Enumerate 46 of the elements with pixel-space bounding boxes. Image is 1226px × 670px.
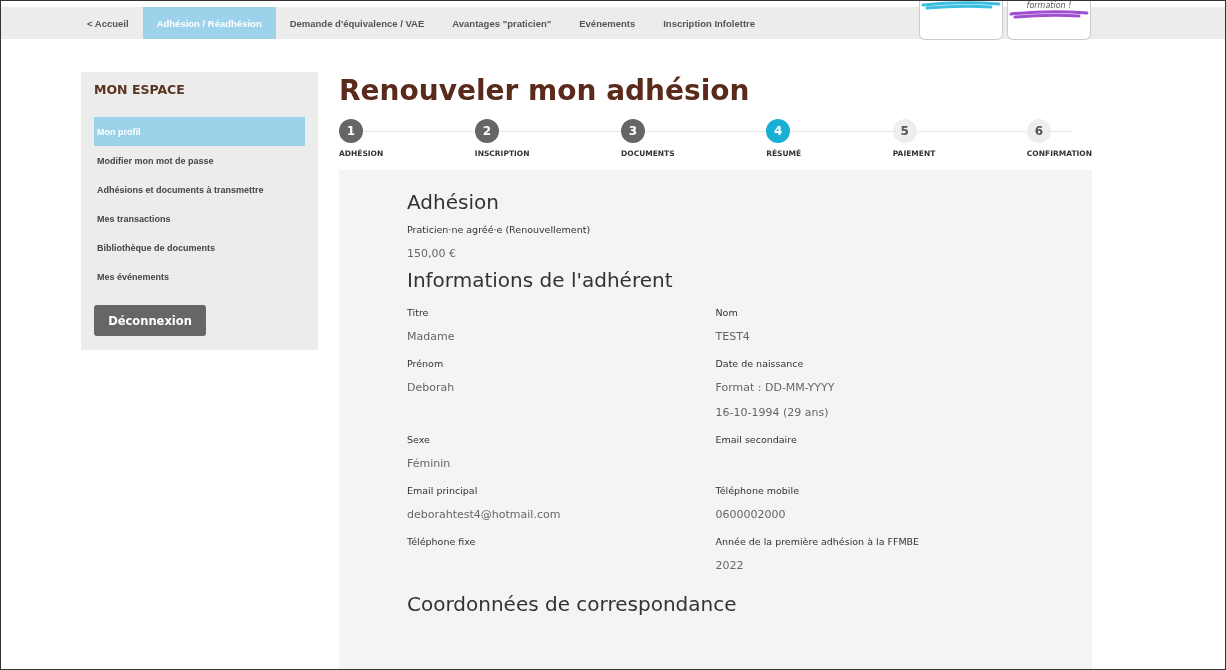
sidebar-item[interactable]: Mes événements bbox=[94, 262, 305, 291]
membership-price: 150,00 € bbox=[407, 247, 457, 260]
sidebar-item[interactable]: Modifier mon mot de passe bbox=[94, 146, 305, 175]
logo-text: formation ! bbox=[1026, 1, 1072, 10]
step-number: 5 bbox=[892, 119, 917, 143]
section-heading: Coordonnées de correspondance bbox=[407, 592, 738, 616]
section-heading: Informations de l'adhérent bbox=[407, 268, 674, 292]
field-value: deborahtest4@hotmail.com bbox=[407, 508, 562, 521]
logo-card[interactable] bbox=[919, 1, 1003, 40]
sidebar-item[interactable]: Mes transactions bbox=[94, 204, 305, 233]
field-label: Téléphone fixe bbox=[407, 536, 477, 547]
nav-tab[interactable]: Demande d'équivalence / VAE bbox=[275, 7, 439, 39]
step-number: 4 bbox=[766, 119, 791, 143]
field-value: Deborah bbox=[407, 381, 456, 394]
step-number: 6 bbox=[1026, 119, 1051, 143]
sidebar-item[interactable]: Bibliothèque de documents bbox=[94, 233, 305, 262]
field-label: Téléphone mobile bbox=[715, 485, 800, 496]
logo-card[interactable]: formation ! bbox=[1007, 1, 1091, 40]
nav-tab[interactable]: < Accueil bbox=[73, 7, 143, 39]
field-label: Prénom bbox=[407, 358, 445, 369]
field-label: Email principal bbox=[407, 485, 479, 496]
membership-type: Praticien·ne agréé·e (Renouvellement) bbox=[407, 224, 592, 235]
field-label: Date de naissance bbox=[715, 358, 805, 369]
section-heading: Adhésion bbox=[407, 190, 500, 214]
logout-button[interactable]: Déconnexion bbox=[94, 305, 206, 336]
field-label: Sexe bbox=[407, 434, 431, 445]
page-title: Renouveler mon adhésion bbox=[339, 74, 751, 107]
nav-tab[interactable]: Evénements bbox=[565, 7, 650, 39]
nav-tab[interactable]: Avantages "praticien" bbox=[438, 7, 566, 39]
field-value: TEST4 bbox=[715, 330, 751, 343]
step-number: 2 bbox=[474, 119, 499, 143]
field-label: Titre bbox=[407, 307, 430, 318]
field-value: Madame bbox=[407, 330, 456, 343]
sidebar-title: MON ESPACE bbox=[94, 82, 186, 97]
field-value: 16-10-1994 (29 ans) bbox=[715, 406, 830, 419]
field-value: Féminin bbox=[407, 457, 452, 470]
step-number: 1 bbox=[339, 119, 363, 143]
nav-tab[interactable]: Inscription Infolettre bbox=[649, 7, 770, 39]
field-value: 0600002000 bbox=[715, 508, 787, 521]
step-number: 3 bbox=[621, 119, 646, 143]
sidebar-item[interactable]: Adhésions et documents à transmettre bbox=[94, 175, 305, 204]
field-label: Email secondaire bbox=[715, 434, 798, 445]
field-label: Nom bbox=[715, 307, 739, 318]
field-value: 2022 bbox=[715, 559, 745, 572]
field-label: Année de la première adhésion à la FFMBE bbox=[715, 536, 921, 547]
field-value: Format : DD-MM-YYYY bbox=[715, 381, 836, 394]
